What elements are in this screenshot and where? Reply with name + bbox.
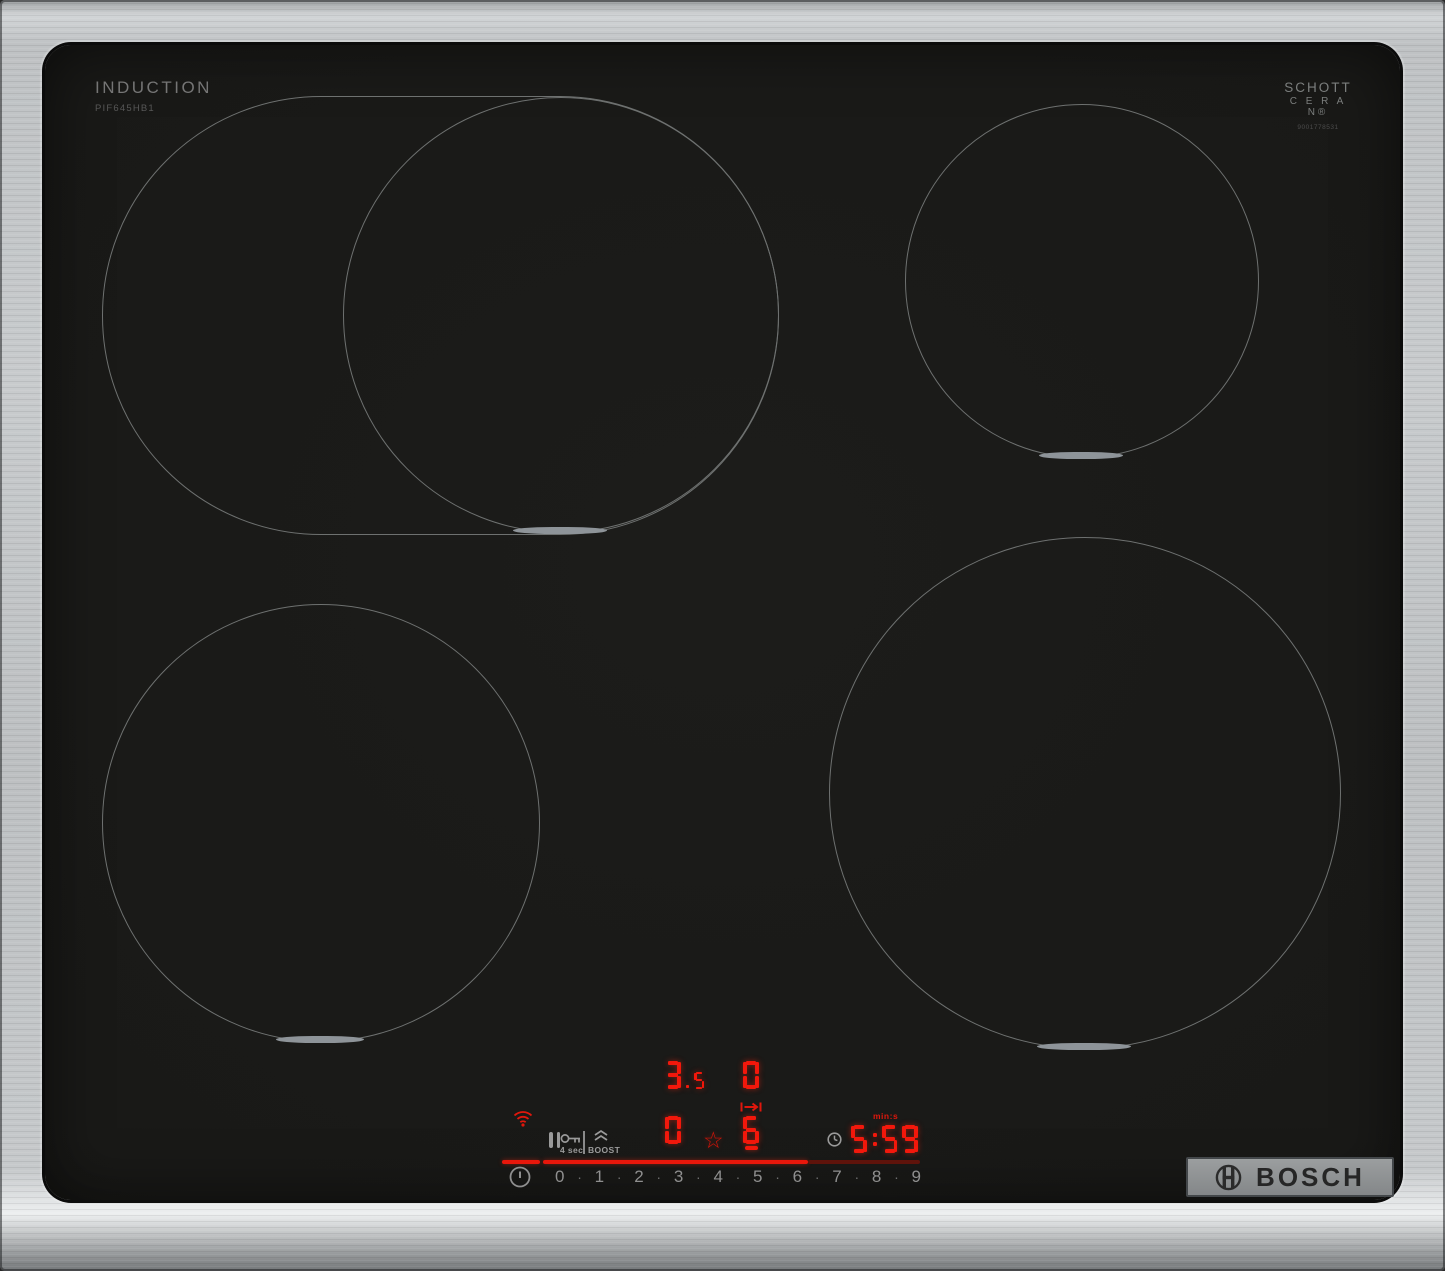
level-separator-dot: · bbox=[616, 1169, 622, 1185]
slider-level-5[interactable]: 5 bbox=[753, 1167, 762, 1187]
induction-cooktop: INDUCTION PIF645HB1 SCHOTT C E R A N® 90… bbox=[0, 0, 1445, 1271]
chevrons-up-icon[interactable] bbox=[593, 1129, 609, 1142]
product-title: INDUCTION bbox=[95, 78, 212, 97]
move-pan-icon[interactable] bbox=[740, 1101, 762, 1113]
pan-marker-front-right bbox=[1037, 1043, 1131, 1050]
slider-level-9[interactable]: 9 bbox=[911, 1167, 920, 1187]
bosch-logo-text: BOSCH bbox=[1256, 1161, 1365, 1192]
schott-line1: SCHOTT bbox=[1284, 80, 1352, 95]
display-rear-right-level bbox=[743, 1061, 759, 1089]
combi-zone-inner-circle bbox=[343, 97, 779, 533]
front-left-zone bbox=[102, 604, 540, 1042]
ceramic-glass-surface: INDUCTION PIF645HB1 SCHOTT C E R A N® 90… bbox=[45, 45, 1400, 1200]
slider-level-8[interactable]: 8 bbox=[872, 1167, 881, 1187]
schott-serial: 9001778531 bbox=[1297, 124, 1339, 131]
pause-icon[interactable] bbox=[549, 1132, 560, 1148]
bosch-armature-icon bbox=[1215, 1164, 1242, 1190]
schott-ceran-logo: SCHOTT C E R A N® 9001778531 bbox=[1280, 80, 1356, 131]
display-timer bbox=[851, 1125, 918, 1153]
level-separator-dot: · bbox=[735, 1169, 741, 1185]
boost-label: BOOST bbox=[588, 1145, 621, 1155]
panel-divider bbox=[583, 1131, 585, 1154]
pan-marker-front-left bbox=[276, 1036, 364, 1043]
slider-level-3[interactable]: 3 bbox=[674, 1167, 683, 1187]
model-number: PIF645HB1 bbox=[95, 103, 155, 114]
level-separator-dot: · bbox=[775, 1169, 780, 1185]
slider-level-0[interactable]: 0 bbox=[555, 1167, 564, 1187]
slider-line-inactive[interactable] bbox=[808, 1160, 920, 1164]
display-front-right-level bbox=[743, 1116, 759, 1144]
pan-marker-combi-zone bbox=[513, 527, 607, 534]
selected-zone-indicator bbox=[745, 1146, 758, 1150]
schott-line2: C E R A N® bbox=[1289, 96, 1347, 118]
level-separator-dot: · bbox=[854, 1169, 860, 1185]
key-icon[interactable] bbox=[560, 1132, 581, 1145]
pan-marker-rear-right bbox=[1039, 452, 1123, 459]
level-separator-dot: · bbox=[894, 1169, 899, 1185]
power-level-slider[interactable]: 0 · 1 · 2 · 3 · 4 · 5 · 6 · 7 · 8 · 9 bbox=[555, 1166, 921, 1188]
level-separator-dot: · bbox=[656, 1169, 662, 1185]
slider-level-1[interactable]: 1 bbox=[595, 1167, 604, 1187]
level-separator-dot: · bbox=[814, 1169, 820, 1185]
display-front-left-level bbox=[665, 1116, 681, 1144]
bosch-badge: BOSCH bbox=[1186, 1157, 1394, 1197]
slider-line-power-segment bbox=[502, 1160, 540, 1164]
child-lock-hold-label: 4 sec bbox=[560, 1145, 584, 1155]
slider-level-2[interactable]: 2 bbox=[634, 1167, 643, 1187]
slider-level-6[interactable]: 6 bbox=[793, 1167, 802, 1187]
display-rear-left-level bbox=[665, 1061, 705, 1089]
slider-level-7[interactable]: 7 bbox=[832, 1167, 841, 1187]
front-right-zone bbox=[829, 537, 1341, 1049]
clock-icon[interactable] bbox=[827, 1132, 842, 1147]
star-icon[interactable]: ☆ bbox=[703, 1127, 724, 1154]
slider-level-4[interactable]: 4 bbox=[713, 1167, 722, 1187]
slider-line-active[interactable] bbox=[543, 1160, 808, 1164]
level-separator-dot: · bbox=[696, 1169, 701, 1185]
power-button[interactable] bbox=[509, 1166, 531, 1188]
timer-unit-label: min:s bbox=[873, 1111, 899, 1121]
rear-right-zone bbox=[905, 104, 1259, 458]
wifi-icon bbox=[513, 1111, 533, 1127]
level-separator-dot: · bbox=[577, 1169, 582, 1185]
